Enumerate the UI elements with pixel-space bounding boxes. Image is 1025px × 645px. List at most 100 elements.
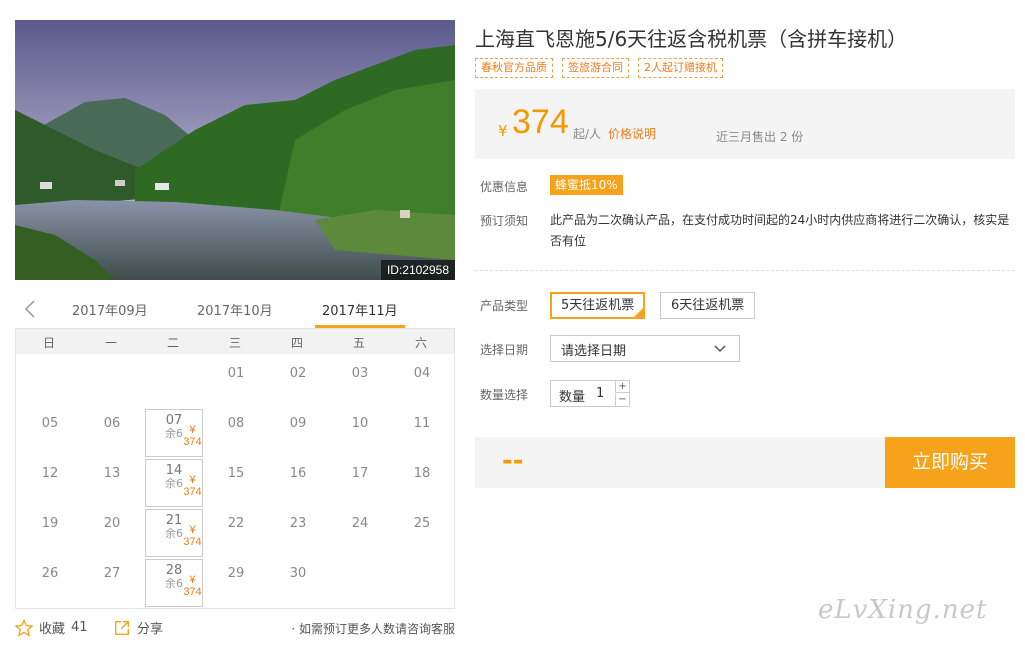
quantity-field-label: 数量	[559, 390, 586, 405]
calendar-day: 11	[393, 409, 451, 457]
day-price: ¥ 374	[183, 474, 202, 498]
option-5-day-label: 5天往返机票	[561, 298, 635, 313]
product-tag: 签旅游合同	[562, 58, 629, 78]
landscape-image	[15, 20, 455, 280]
calendar-day: 27	[83, 559, 141, 607]
share-button[interactable]: 分享	[113, 618, 163, 637]
day-number: 13	[103, 466, 121, 481]
calendar-day-available[interactable]: 07 ¥ 374 余6	[145, 409, 203, 457]
weekday-header: 日一二三四五六	[16, 329, 454, 354]
sold-count: 近三月售出 2 份	[716, 130, 804, 144]
day-number: 25	[413, 516, 431, 531]
product-tag: 2人起订赠接机	[638, 58, 723, 78]
product-tags: 春秋官方品质 签旅游合同 2人起订赠接机	[475, 58, 723, 78]
calendar-day: 04	[393, 359, 451, 407]
calendar-day: 17	[331, 459, 389, 507]
tab-month-oct[interactable]: 2017年10月	[197, 300, 273, 319]
chevron-left-icon	[24, 300, 35, 318]
calendar-day: 30	[269, 559, 327, 607]
date-dropdown-value: 请选择日期	[561, 344, 627, 359]
quantity-increment-button[interactable]: +	[615, 381, 629, 393]
calendar-day-available[interactable]: 28 ¥ 374 余6	[145, 559, 203, 607]
day-number: 15	[227, 466, 245, 481]
calendar-day: 16	[269, 459, 327, 507]
calendar-month-tabs: 2017年09月 2017年10月 2017年11月	[15, 292, 455, 328]
day-number: 12	[41, 466, 59, 481]
calendar-day: 24	[331, 509, 389, 557]
calendar-day: 05	[21, 409, 79, 457]
tab-month-nov[interactable]: 2017年11月	[322, 300, 398, 319]
day-number: 06	[103, 416, 121, 431]
weekday-label: 一	[104, 336, 117, 350]
calendar-day: 25	[393, 509, 451, 557]
day-number: 05	[41, 416, 59, 431]
favorite-label: 收藏	[39, 622, 66, 637]
share-icon	[115, 620, 129, 635]
calendar-day: 29	[207, 559, 265, 607]
calendar-day: 03	[331, 359, 389, 407]
product-actions: 收藏 41 分享 · 如需预订更多人数请咨询客服	[15, 618, 455, 640]
quantity-decrement-button[interactable]: −	[615, 394, 629, 406]
day-price: ¥ 374	[183, 424, 202, 448]
star-icon	[15, 618, 33, 637]
group-booking-note: · 如需预订更多人数请咨询客服	[291, 622, 455, 636]
favorite-button[interactable]: 收藏 41	[15, 618, 88, 637]
calendar-grid: 日 一 二 三 四 五 六 01 02 03 04 05 06 07 ¥ 374 余6 08 09 10 11 12 1…	[15, 328, 455, 609]
calendar-day: 15	[207, 459, 265, 507]
calendar-day: 18	[393, 459, 451, 507]
calendar-day: 01	[207, 359, 265, 407]
price-unit: 起/人	[573, 127, 602, 141]
day-number: 04	[413, 366, 431, 381]
day-number: 26	[41, 566, 59, 581]
price-panel: ¥ 374 起/人 价格说明 近三月售出 2 份	[475, 89, 1015, 159]
section-divider	[475, 270, 1015, 271]
day-number: 01	[227, 366, 245, 381]
site-watermark: eLvXing.net	[818, 595, 988, 625]
day-number: 02	[289, 366, 307, 381]
previous-month-button[interactable]	[21, 298, 41, 320]
day-number: 18	[413, 466, 431, 481]
date-select-label: 选择日期	[480, 343, 529, 357]
notice-label: 预订须知	[480, 214, 529, 228]
option-6-day[interactable]: 6天往返机票	[660, 292, 756, 319]
day-number: 29	[227, 566, 245, 581]
day-number: 30	[289, 566, 307, 581]
day-number: 11	[413, 416, 431, 431]
date-dropdown[interactable]: 请选择日期	[550, 335, 740, 362]
product-photo: ID:2102958	[15, 20, 455, 280]
product-title: 上海直飞恩施5/6天往返含税机票（含拼车接机）	[475, 27, 908, 51]
promo-label: 优惠信息	[480, 180, 529, 194]
day-price: ¥ 374	[183, 574, 202, 598]
chevron-down-icon	[714, 345, 726, 353]
product-tag: 春秋官方品质	[475, 58, 553, 78]
weekday-label: 五	[352, 336, 365, 350]
day-number: 19	[41, 516, 59, 531]
quantity-value[interactable]: 1	[596, 386, 604, 401]
buy-now-button[interactable]: 立即购买	[885, 437, 1015, 488]
calendar-day-available[interactable]: 14 ¥ 374 余6	[145, 459, 203, 507]
weekday-label: 三	[228, 336, 241, 350]
day-number: 23	[289, 516, 307, 531]
day-number: 22	[227, 516, 245, 531]
calendar-day: 13	[83, 459, 141, 507]
purchase-bar: -- 立即购买	[475, 437, 1015, 488]
day-number: 08	[227, 416, 245, 431]
calendar-day: 19	[21, 509, 79, 557]
price-explanation-link[interactable]: 价格说明	[608, 125, 656, 142]
calendar-day: 10	[331, 409, 389, 457]
promo-badge: 蜂蜜抵10%	[550, 175, 623, 195]
photo-id-badge: ID:2102958	[380, 260, 455, 280]
tab-month-sep[interactable]: 2017年09月	[72, 300, 148, 319]
currency-symbol: ¥	[498, 122, 508, 140]
calendar-day: 23	[269, 509, 327, 557]
day-number: 24	[351, 516, 369, 531]
calendar-day-available[interactable]: 21 ¥ 374 余6	[145, 509, 203, 557]
product-type-label: 产品类型	[480, 299, 529, 313]
quantity-label: 数量选择	[480, 388, 529, 402]
calendar-day: 26	[21, 559, 79, 607]
calendar-day: 08	[207, 409, 265, 457]
calendar-day: 09	[269, 409, 327, 457]
calendar-day: 12	[21, 459, 79, 507]
calendar-day: 06	[83, 409, 141, 457]
option-5-day[interactable]: 5天往返机票	[550, 292, 646, 319]
